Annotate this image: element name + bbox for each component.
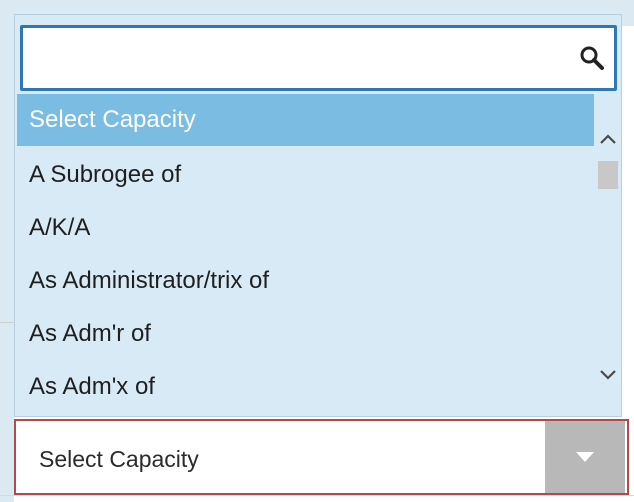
page-background-left [0,0,14,502]
option-aka[interactable]: A/K/A [17,202,594,254]
options-scrollbar[interactable] [596,94,620,414]
option-a-subrogee-of[interactable]: A Subrogee of [17,149,594,201]
option-as-administrator-trix-of[interactable]: As Administrator/trix of [17,255,594,307]
dropdown-search-box[interactable] [20,25,617,91]
chevron-down-icon[interactable] [596,364,620,386]
caret-down-icon [576,452,594,462]
divider-line [0,322,14,323]
option-select-capacity[interactable]: Select Capacity [17,94,594,146]
search-icon[interactable] [578,44,606,72]
capacity-select[interactable]: Select Capacity [14,419,629,495]
options-list: Select Capacity A Subrogee of A/K/A As A… [17,94,594,414]
scrollbar-thumb[interactable] [598,161,618,189]
dropdown-search-input[interactable] [29,34,573,82]
chevron-up-icon[interactable] [596,128,620,150]
option-as-admr-of[interactable]: As Adm'r of [17,308,594,360]
option-as-admx-of[interactable]: As Adm'x of [17,361,594,413]
capacity-dropdown-panel: Select Capacity A Subrogee of A/K/A As A… [14,14,622,417]
select-toggle-button[interactable] [545,421,625,493]
divider-line-bottom [0,495,634,496]
select-current-value: Select Capacity [39,446,199,472]
